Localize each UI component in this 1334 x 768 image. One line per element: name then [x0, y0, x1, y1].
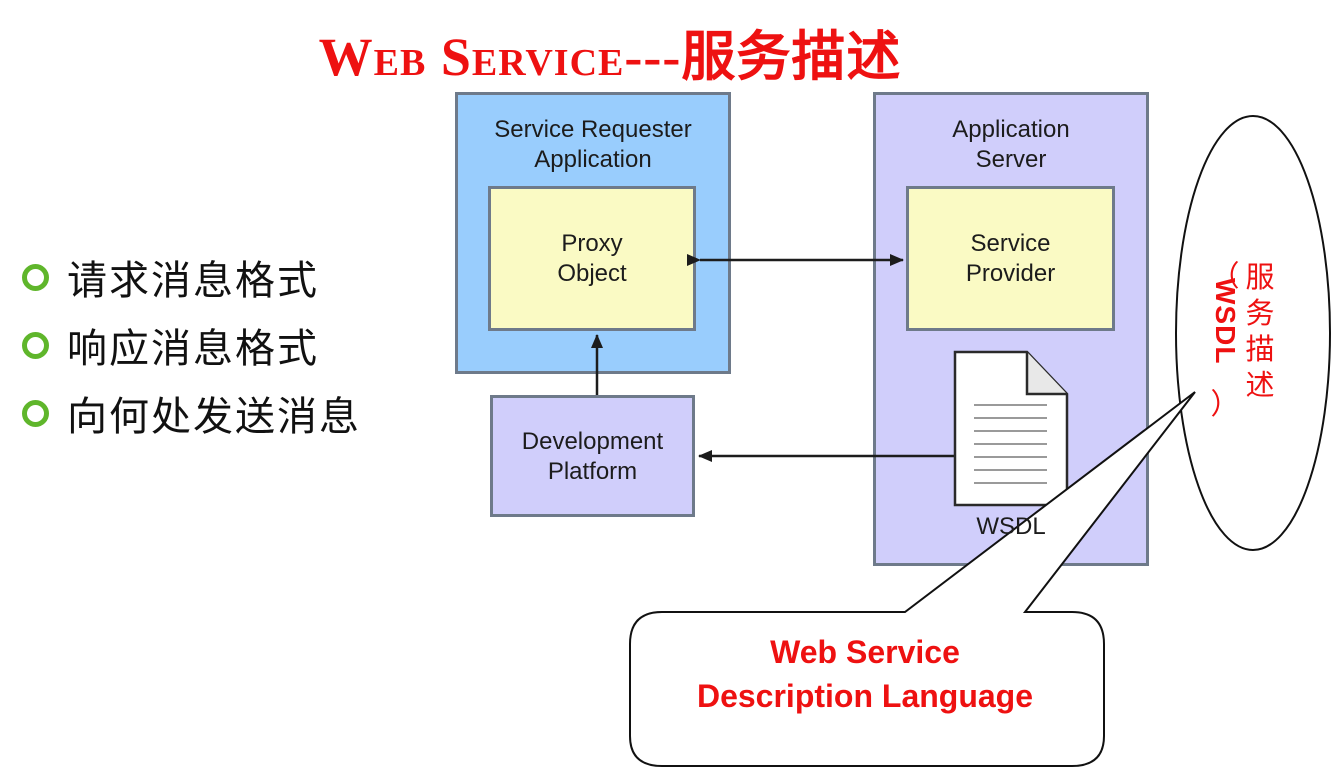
callout-line-1: Web Service — [770, 634, 960, 670]
side-note-char: 述 — [1245, 368, 1275, 402]
wsdl-document-label: WSDL — [976, 513, 1046, 540]
side-note-char: 务 — [1245, 296, 1275, 330]
side-note-close-paren: ） — [1210, 387, 1240, 421]
callout-line-2: Description Language — [696, 678, 1034, 714]
side-note-wsdl: WSDL — [1210, 278, 1241, 365]
callout-text: Web Service Description Language — [635, 630, 1095, 718]
side-note-char: 描 — [1245, 332, 1275, 366]
side-note-char: 服 — [1245, 260, 1275, 294]
wsdl-document-icon — [953, 350, 1069, 507]
